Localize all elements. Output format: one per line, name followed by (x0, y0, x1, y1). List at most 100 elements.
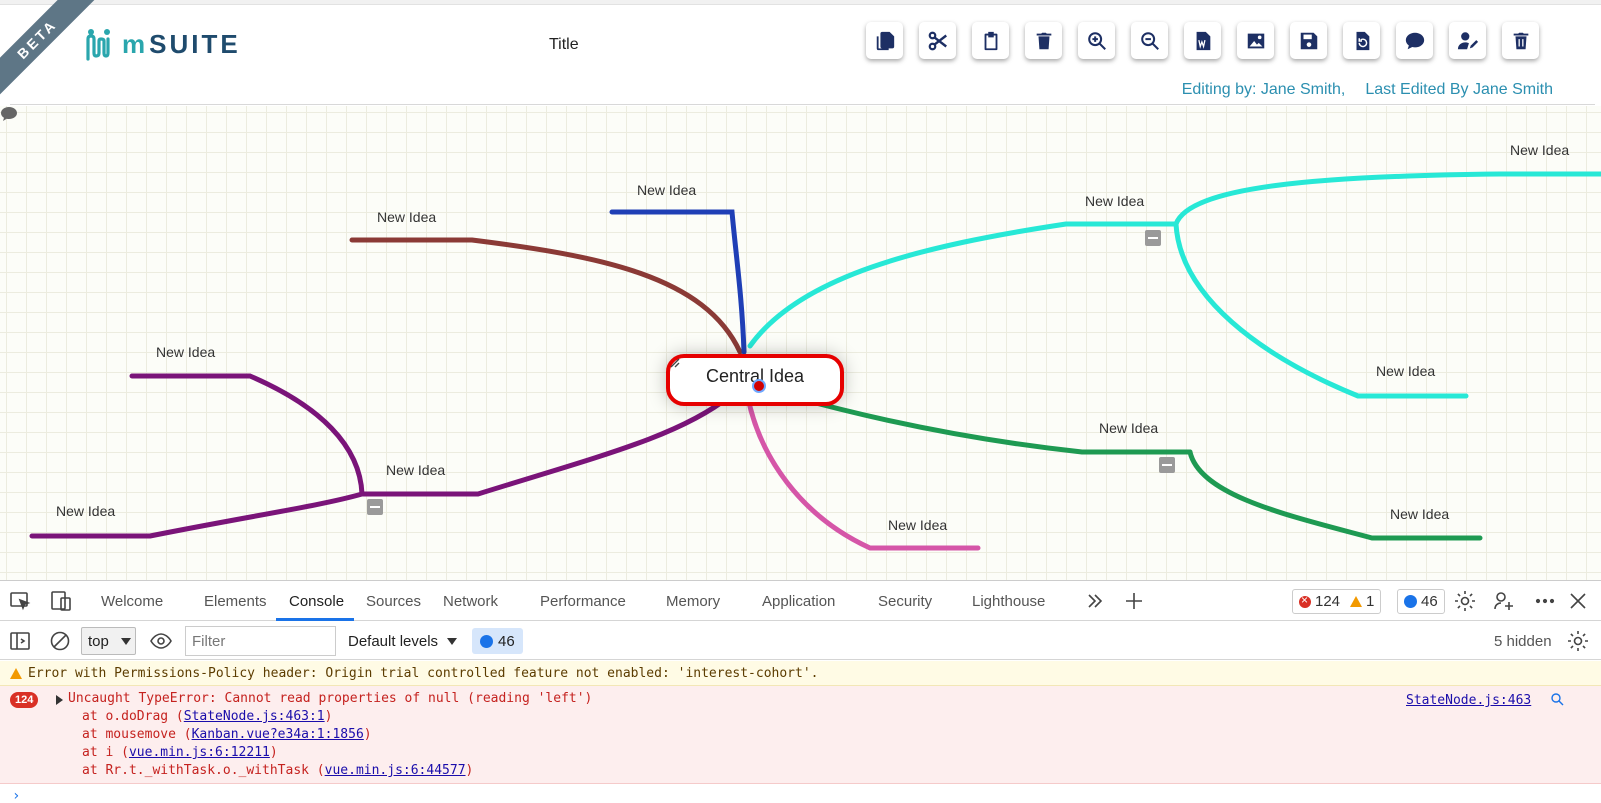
collapse-toggle-cyan[interactable] (1145, 230, 1161, 246)
collapse-toggle-purple[interactable] (367, 499, 383, 515)
tab-elements[interactable]: Elements (204, 593, 267, 610)
node-label[interactable]: New Idea (1390, 506, 1449, 522)
zoom-out-button[interactable] (1131, 22, 1168, 59)
eye-icon (150, 633, 172, 649)
error-count: 124 (1315, 593, 1341, 610)
edit-user-button[interactable] (1449, 22, 1486, 59)
inspect-element-button[interactable] (8, 589, 32, 613)
tab-memory[interactable]: Memory (666, 593, 720, 610)
message-filter-badge[interactable]: 46 (472, 628, 523, 654)
tab-lighthouse[interactable]: Lighthouse (972, 593, 1045, 610)
sidebar-toggle-button[interactable] (8, 629, 32, 653)
issues-counter[interactable]: 124 1 (1292, 589, 1382, 614)
stack-frame: at Rr.t._withTask.o._withTask (vue.min.j… (82, 763, 473, 778)
save-button[interactable] (1290, 22, 1327, 59)
app-logo[interactable]: m SUITE (84, 26, 241, 62)
warning-icon (1350, 596, 1363, 607)
zoom-in-button[interactable] (1078, 22, 1115, 59)
node-comment-icon[interactable] (0, 106, 18, 122)
filter-input[interactable] (185, 626, 336, 656)
plus-icon (1126, 593, 1142, 609)
gear-icon (1568, 631, 1588, 651)
cut-button[interactable] (919, 22, 956, 59)
search-icon[interactable] (1550, 692, 1564, 706)
close-devtools-button[interactable] (1566, 589, 1590, 613)
stack-frame-prefix: at Rr.t._withTask.o._withTask ( (82, 763, 325, 778)
clear-console-button[interactable] (48, 629, 72, 653)
node-label[interactable]: New Idea (1099, 420, 1158, 436)
devtools-tab-bar: Welcome Elements Console Sources Network… (0, 581, 1601, 621)
tab-performance[interactable]: Performance (540, 593, 626, 610)
trash-button[interactable] (1502, 22, 1539, 59)
device-emulation-icon (51, 591, 71, 611)
more-tabs-button[interactable] (1083, 589, 1107, 613)
document-title[interactable]: Title (549, 36, 579, 54)
tab-sources[interactable]: Sources (366, 593, 421, 610)
history-button[interactable] (1343, 22, 1380, 59)
customize-button[interactable] (1493, 589, 1517, 613)
user-edit-icon (1457, 31, 1478, 49)
close-icon (1570, 593, 1586, 609)
connection-handle[interactable] (752, 379, 766, 393)
node-label[interactable]: New Idea (888, 517, 947, 533)
tab-security[interactable]: Security (878, 593, 932, 610)
node-label[interactable]: New Idea (637, 182, 696, 198)
branch-blue (609, 209, 747, 355)
resize-handle-icon[interactable] (670, 358, 680, 368)
settings-button[interactable] (1453, 589, 1477, 613)
node-label[interactable]: New Idea (1376, 363, 1435, 379)
delete-button[interactable] (1025, 22, 1062, 59)
save-icon (1300, 32, 1317, 49)
node-label[interactable]: New Idea (386, 462, 445, 478)
tab-console[interactable]: Console (289, 593, 344, 610)
console-prompt[interactable]: › (12, 788, 20, 803)
stack-frame-link[interactable]: Kanban.vue?e34a:1:1856 (192, 727, 364, 742)
paste-button[interactable] (972, 22, 1009, 59)
device-toolbar-button[interactable] (49, 589, 73, 613)
copy-icon (876, 31, 894, 50)
copy-button[interactable] (866, 22, 903, 59)
add-tab-button[interactable] (1122, 589, 1146, 613)
warning-count: 1 (1366, 593, 1375, 610)
stack-frame-link[interactable]: StateNode.js:463:1 (184, 709, 325, 724)
collapse-toggle-green[interactable] (1159, 457, 1175, 473)
message-count: 46 (1421, 593, 1438, 610)
console-warning-row[interactable]: Error with Permissions-Policy header: Or… (0, 661, 1601, 686)
export-image-button[interactable] (1237, 22, 1274, 59)
messages-counter[interactable]: 46 (1397, 589, 1445, 614)
node-label[interactable]: New Idea (1510, 142, 1569, 158)
toolbar (866, 22, 1539, 59)
more-options-button[interactable] (1533, 589, 1557, 613)
stack-frame-link[interactable]: vue.min.js:6:12211 (129, 745, 270, 760)
stack-frame: at mousemove (Kanban.vue?e34a:1:1856) (82, 727, 372, 742)
export-word-button[interactable] (1184, 22, 1221, 59)
stack-frame-suffix: ) (324, 709, 333, 724)
warning-message: Error with Permissions-Policy header: Or… (28, 666, 819, 681)
stack-frame-prefix: at o.doDrag ( (82, 709, 184, 724)
stack-frame-link[interactable]: vue.min.js:6:44577 (325, 763, 466, 778)
expand-triangle-icon[interactable] (56, 695, 63, 705)
console-error-row[interactable]: 124 Uncaught TypeError: Cannot read prop… (0, 686, 1601, 784)
error-repeat-badge: 124 (10, 692, 39, 708)
stack-frame: at i (vue.min.js:6:12211) (82, 745, 278, 760)
chevron-down-icon (447, 638, 457, 645)
tab-welcome[interactable]: Welcome (101, 593, 163, 610)
node-label[interactable]: New Idea (377, 209, 436, 225)
mindmap-canvas[interactable]: New Idea New Idea New Idea New Idea New … (0, 106, 1601, 580)
node-label[interactable]: New Idea (156, 344, 215, 360)
error-icon (1299, 593, 1311, 608)
tab-application[interactable]: Application (762, 593, 835, 610)
console-settings-button[interactable] (1566, 629, 1590, 653)
zoom-out-icon (1140, 31, 1159, 50)
node-label[interactable]: New Idea (1085, 193, 1144, 209)
tab-network[interactable]: Network (443, 593, 498, 610)
node-label[interactable]: New Idea (56, 503, 115, 519)
error-source-link[interactable]: StateNode.js:463 (1406, 693, 1531, 708)
comment-button[interactable] (1396, 22, 1433, 59)
trash-icon (1513, 32, 1528, 49)
cut-icon (928, 31, 947, 50)
live-expression-button[interactable] (149, 629, 173, 653)
log-levels-dropdown[interactable]: Default levels (348, 633, 438, 650)
central-idea-node[interactable]: Central Idea (666, 354, 844, 406)
sidebar-icon (10, 632, 30, 650)
